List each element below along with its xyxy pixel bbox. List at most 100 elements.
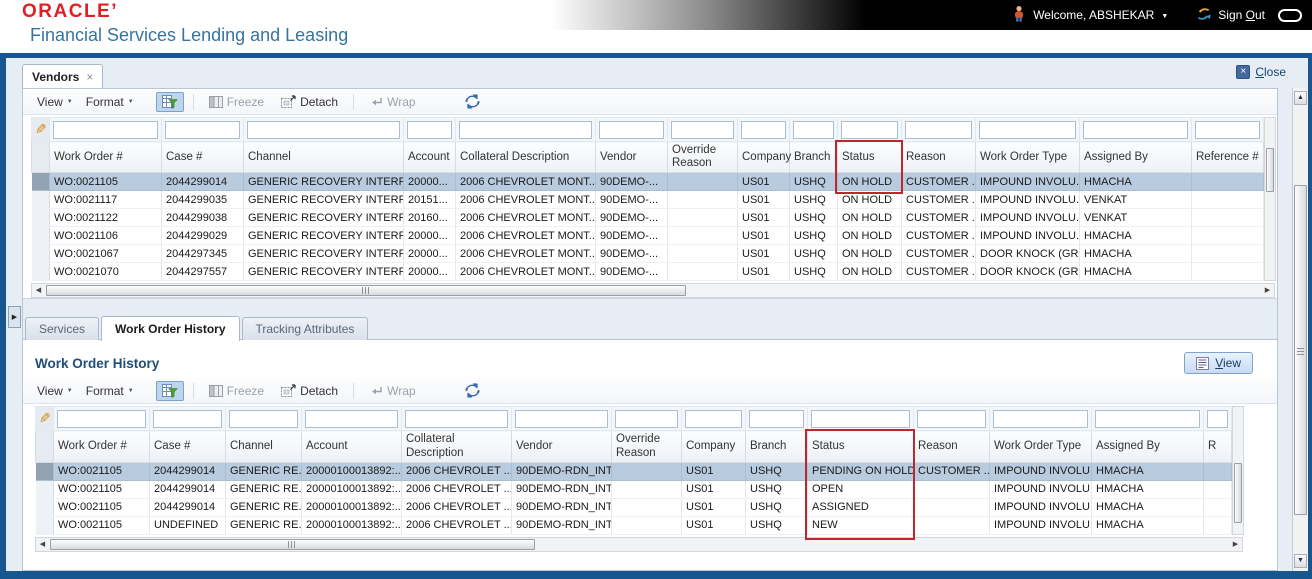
column-header-account[interactable]: Account xyxy=(403,140,456,174)
cell-account[interactable]: 20000100013892:... xyxy=(301,498,402,517)
filter-input-work-order-type[interactable] xyxy=(993,409,1088,428)
cell-channel[interactable]: GENERIC RE... xyxy=(225,480,302,499)
freeze-button[interactable]: Freeze xyxy=(203,381,270,401)
cell-reason[interactable]: CUSTOMER ... xyxy=(901,190,976,210)
cell-status[interactable]: ON HOLD xyxy=(837,244,902,264)
query-by-example-button[interactable] xyxy=(155,380,184,401)
scroll-down-button[interactable]: ▼ xyxy=(1294,554,1307,568)
welcome-caret-icon[interactable]: ▼ xyxy=(1161,13,1168,20)
cell-assigned-by[interactable]: HMACHA xyxy=(1091,462,1204,481)
cell-status[interactable]: ON HOLD xyxy=(837,226,902,246)
column-header-assigned-by[interactable]: Assigned By xyxy=(1091,430,1204,463)
cell-status[interactable]: ON HOLD xyxy=(837,208,902,228)
cell-r[interactable] xyxy=(1203,462,1232,481)
column-header-branch[interactable]: Branch xyxy=(745,430,808,463)
row-selector[interactable] xyxy=(31,208,50,228)
cell-collateral-description[interactable]: 2006 CHEVROLET MONT... xyxy=(455,262,596,282)
cell-work-order[interactable]: WO:0021067 xyxy=(49,244,162,264)
cell-override-reason[interactable] xyxy=(667,226,738,246)
cell-collateral-description[interactable]: 2006 CHEVROLET MONT... xyxy=(455,208,596,228)
cell-vendor[interactable]: 90DEMO-RDN_INT... xyxy=(511,462,612,481)
sign-out-link[interactable]: Sign Out xyxy=(1218,8,1265,22)
cell-channel[interactable]: GENERIC RECOVERY INTERFACE xyxy=(243,208,404,228)
cell-collateral-description[interactable]: 2006 CHEVROLET MONT... xyxy=(455,172,596,192)
refresh-button[interactable] xyxy=(458,380,487,401)
cell-reference[interactable] xyxy=(1191,244,1264,264)
cell-work-order[interactable]: WO:0021070 xyxy=(49,262,162,282)
panel-collapse-handle[interactable]: ▶ xyxy=(8,306,21,328)
cell-collateral-description[interactable]: 2006 CHEVROLET ... xyxy=(401,516,512,535)
close-button[interactable]: × Close xyxy=(1236,65,1286,79)
filter-input-company[interactable] xyxy=(685,409,742,428)
column-header-case[interactable]: Case # xyxy=(161,140,244,174)
cell-account[interactable]: 20000... xyxy=(403,262,456,282)
cell-branch[interactable]: USHQ xyxy=(745,462,808,481)
filter-input-account[interactable] xyxy=(305,409,398,428)
history-horizontal-scrollbar[interactable]: ◀ ▶ xyxy=(35,536,1243,552)
cell-reason[interactable] xyxy=(913,480,990,499)
cell-company[interactable]: US01 xyxy=(681,462,746,481)
cell-channel[interactable]: GENERIC RECOVERY INTERFACE xyxy=(243,244,404,264)
cell-vendor[interactable]: 90DEMO-... xyxy=(595,190,668,210)
cell-assigned-by[interactable]: HMACHA xyxy=(1079,172,1192,192)
row-selector[interactable] xyxy=(35,462,54,481)
cell-company[interactable]: US01 xyxy=(737,262,790,282)
filter-input-work-order[interactable] xyxy=(53,120,158,139)
cell-work-order-type[interactable]: IMPOUND INVOLU... xyxy=(975,172,1080,192)
cell-account[interactable]: 20000... xyxy=(403,226,456,246)
filter-input-reason[interactable] xyxy=(917,409,986,428)
subtab-tracking-attributes[interactable]: Tracking Attributes xyxy=(241,317,369,341)
cell-branch[interactable]: USHQ xyxy=(789,190,838,210)
subtab-work-order-history[interactable]: Work Order History xyxy=(101,316,240,342)
row-selector[interactable] xyxy=(35,498,54,517)
filter-input-override-reason[interactable] xyxy=(671,120,734,139)
filter-input-vendor[interactable] xyxy=(599,120,664,139)
cell-account[interactable]: 20000... xyxy=(403,172,456,192)
cell-work-order-type[interactable]: IMPOUND INVOLU... xyxy=(989,516,1092,535)
work-orders-horizontal-scrollbar[interactable]: ◀ ▶ xyxy=(31,283,1275,299)
cell-branch[interactable]: USHQ xyxy=(789,172,838,192)
cell-case[interactable]: 2044297557 xyxy=(161,262,244,282)
cell-reference[interactable] xyxy=(1191,226,1264,246)
column-header-vendor[interactable]: Vendor xyxy=(511,430,612,463)
cell-work-order[interactable]: WO:0021105 xyxy=(49,172,162,192)
cell-r[interactable] xyxy=(1203,480,1232,499)
filter-input-r[interactable] xyxy=(1207,409,1228,428)
cell-assigned-by[interactable]: HMACHA xyxy=(1091,498,1204,517)
cell-channel[interactable]: GENERIC RE... xyxy=(225,498,302,517)
cell-status[interactable]: PENDING ON HOLD xyxy=(807,462,914,481)
cell-case[interactable]: 2044299029 xyxy=(161,226,244,246)
cell-reason[interactable]: CUSTOMER ... xyxy=(901,244,976,264)
table-row-0[interactable]: WO:0021105 2044299014 GENERIC RECOVERY INT… xyxy=(31,172,1264,192)
cell-collateral-description[interactable]: 2006 CHEVROLET MONT... xyxy=(455,226,596,246)
cell-branch[interactable]: USHQ xyxy=(789,208,838,228)
cell-reference[interactable] xyxy=(1191,262,1264,282)
cell-company[interactable]: US01 xyxy=(737,190,790,210)
cell-account[interactable]: 20000100013892:... xyxy=(301,462,402,481)
cell-vendor[interactable]: 90DEMO-... xyxy=(595,262,668,282)
filter-input-vendor[interactable] xyxy=(515,409,608,428)
cell-override-reason[interactable] xyxy=(667,190,738,210)
tab-close-icon[interactable]: × xyxy=(86,70,93,84)
detach-button[interactable]: Detach xyxy=(275,92,344,112)
scroll-up-button[interactable]: ▲ xyxy=(1294,91,1307,105)
column-header-case[interactable]: Case # xyxy=(149,430,226,463)
cell-branch[interactable]: USHQ xyxy=(745,498,808,517)
cell-override-reason[interactable] xyxy=(611,480,682,499)
row-selector[interactable] xyxy=(31,262,50,282)
cell-override-reason[interactable] xyxy=(611,516,682,535)
row-selector[interactable] xyxy=(31,190,50,210)
cell-reference[interactable] xyxy=(1191,190,1264,210)
cell-work-order[interactable]: WO:0021105 xyxy=(53,516,150,535)
cell-company[interactable]: US01 xyxy=(681,516,746,535)
cell-company[interactable]: US01 xyxy=(681,498,746,517)
cell-collateral-description[interactable]: 2006 CHEVROLET MONT... xyxy=(455,190,596,210)
cell-work-order-type[interactable]: DOOR KNOCK (GRI) xyxy=(975,244,1080,264)
filter-input-branch[interactable] xyxy=(793,120,834,139)
column-header-channel[interactable]: Channel xyxy=(243,140,404,174)
column-header-company[interactable]: Company xyxy=(737,140,791,174)
cell-case[interactable]: 2044297345 xyxy=(161,244,244,264)
cell-assigned-by[interactable]: HMACHA xyxy=(1079,262,1192,282)
scrollbar-thumb[interactable] xyxy=(50,538,535,550)
cell-channel[interactable]: GENERIC RECOVERY INTERFACE xyxy=(243,262,404,282)
